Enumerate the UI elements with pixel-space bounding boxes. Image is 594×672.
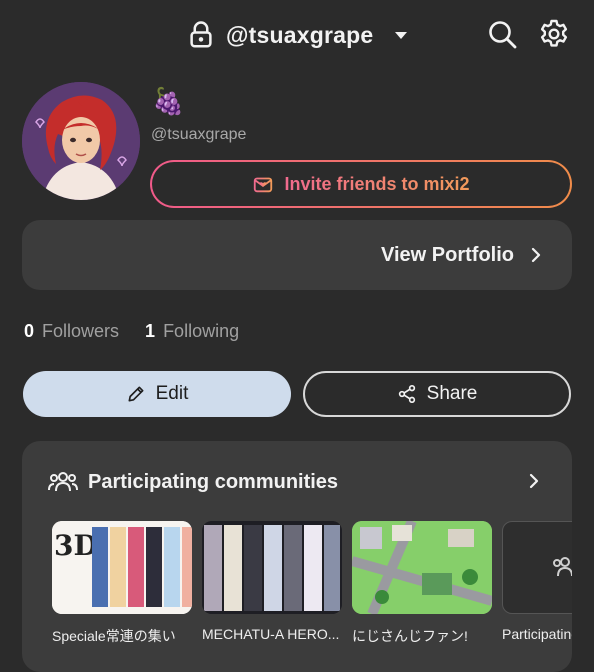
share-icon xyxy=(398,385,415,404)
edit-button[interactable]: Edit xyxy=(23,371,291,417)
community-thumbnail-art xyxy=(202,521,342,614)
community-thumbnail: 3D xyxy=(52,521,192,614)
invite-label: Invite friends to mixi2 xyxy=(284,173,470,194)
follow-stats: 0 Followers 1 Following xyxy=(24,321,239,342)
following-count: 1 xyxy=(145,321,156,341)
communities-title: Participating communities xyxy=(88,470,339,493)
account-name: @tsuaxgrape xyxy=(226,21,374,48)
account-switcher[interactable]: @tsuaxgrape xyxy=(186,18,409,52)
chevron-right-icon[interactable] xyxy=(526,473,542,489)
people-icon xyxy=(48,472,78,492)
share-label: Share xyxy=(426,383,478,404)
chevron-right-icon xyxy=(531,247,541,263)
lock-icon xyxy=(190,21,212,48)
caret-down-icon[interactable] xyxy=(393,27,409,43)
profile-emoji: 🍇 xyxy=(152,86,185,116)
settings-button[interactable] xyxy=(538,18,570,50)
community-name: Speciale常連の集い xyxy=(52,628,176,644)
envelope-heart-icon xyxy=(254,177,273,193)
community-thumbnail xyxy=(352,521,492,614)
followers-count: 0 xyxy=(24,321,35,341)
community-card[interactable]: にじさんじファン! xyxy=(352,521,492,646)
share-button[interactable]: Share xyxy=(303,371,571,417)
invite-friends-button[interactable]: Invite friends to mixi2 xyxy=(150,160,572,208)
top-bar: @tsuaxgrape xyxy=(0,0,594,70)
community-card[interactable]: MECHATU-A HERO... xyxy=(202,521,342,642)
community-name: Participating xyxy=(502,626,572,642)
people-icon xyxy=(553,557,572,577)
profile-handle: @tsuaxgrape xyxy=(151,126,247,143)
followers-label: Followers xyxy=(42,321,120,341)
search-icon xyxy=(489,21,517,49)
pencil-icon xyxy=(128,386,144,402)
community-card[interactable]: Participating xyxy=(502,521,572,642)
community-thumbnail-art xyxy=(352,521,492,614)
community-card[interactable]: 3D Speciale常連の集い xyxy=(52,521,192,646)
view-portfolio-button[interactable]: View Portfolio xyxy=(22,220,572,290)
edit-label: Edit xyxy=(155,383,189,404)
avatar-illustration xyxy=(22,82,140,200)
gear-icon xyxy=(540,19,568,47)
community-thumbnail xyxy=(502,521,572,614)
avatar[interactable] xyxy=(22,82,140,200)
following-label: Following xyxy=(163,321,240,341)
community-thumbnail xyxy=(202,521,342,614)
portfolio-label: View Portfolio xyxy=(381,243,514,266)
following-stat[interactable]: 1 Following xyxy=(145,321,239,342)
community-thumbnail-art: 3D xyxy=(52,521,192,614)
communities-header[interactable]: Participating communities xyxy=(48,469,338,495)
community-name: にじさんじファン! xyxy=(352,628,468,644)
search-button[interactable] xyxy=(486,18,518,50)
communities-panel: Participating communities 3D Speciale常連の… xyxy=(22,441,572,672)
community-name: MECHATU-A HERO... xyxy=(202,626,340,642)
svg-text:3D: 3D xyxy=(54,529,98,562)
followers-stat[interactable]: 0 Followers xyxy=(24,321,119,342)
